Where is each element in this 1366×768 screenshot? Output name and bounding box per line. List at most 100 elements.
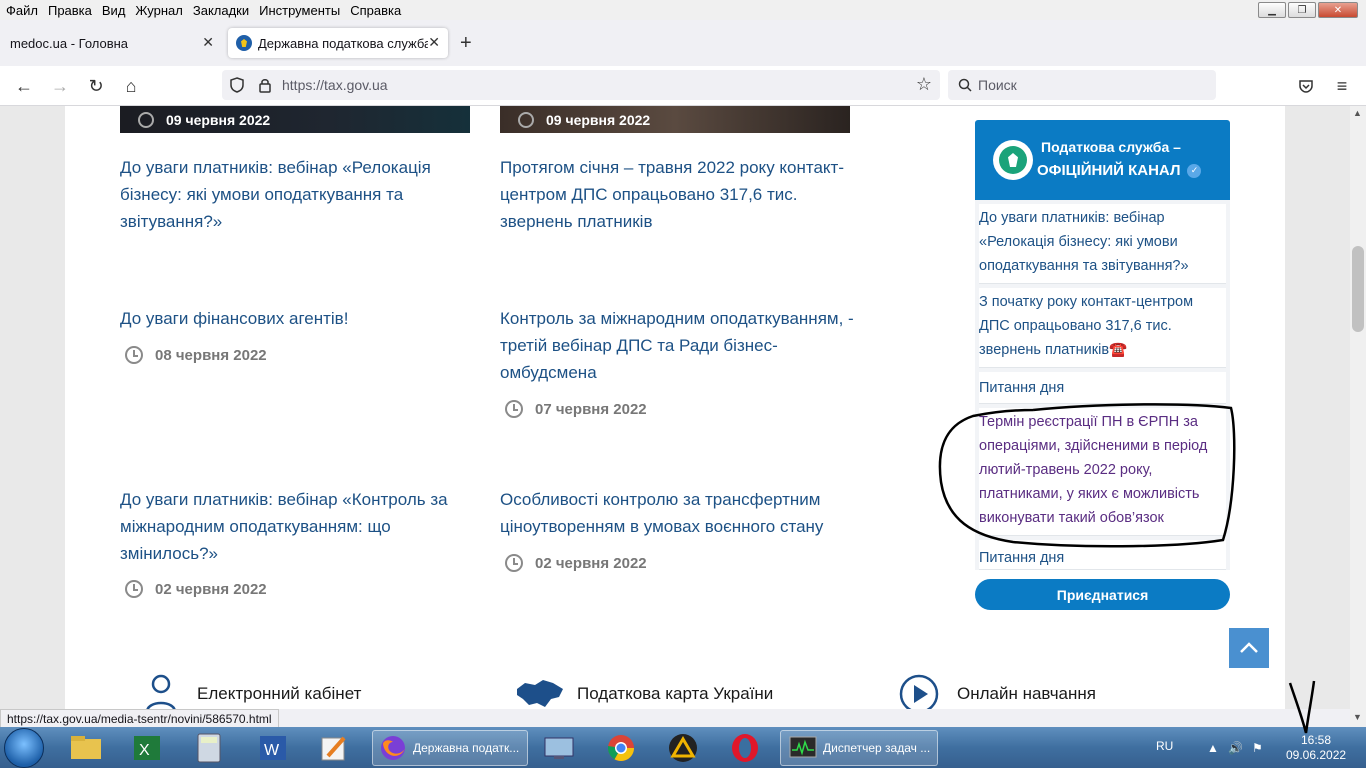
firefox-taskbar-button[interactable]: Державна податк... [372,730,528,766]
scroll-up-icon[interactable]: ▲ [1353,108,1362,118]
title-line: змінилось?» [120,544,218,563]
svg-text:W: W [264,742,280,759]
task-manager-icon [789,736,817,758]
lock-icon[interactable] [258,77,272,93]
news-title-link[interactable]: До уваги фінансових агентів! [120,305,348,332]
explorer-taskbar-icon[interactable] [70,730,110,766]
excel-taskbar-icon[interactable]: X [132,730,172,766]
telegram-post[interactable]: Питання дня [979,372,1226,404]
date-text: 08 червня 2022 [155,346,267,364]
news-date: 09 червня 2022 [166,111,271,128]
chrome-taskbar-icon[interactable] [606,730,642,766]
post-line: ДПС опрацьовано 317,6 тис. [979,318,1172,334]
network-warning-icon[interactable]: ⚑ [1252,741,1263,755]
tab-tax-service[interactable]: Державна податкова служба У ✕ [228,28,448,58]
clock-icon [138,111,154,128]
opera-taskbar-icon[interactable] [730,730,766,766]
status-link-preview: https://tax.gov.ua/media-tsentr/novini/5… [0,709,279,728]
telegram-widget-header[interactable]: Податкова служба – ОФІЦІЙНИЙ КАНАЛ ✓ [975,120,1230,200]
search-box[interactable]: Поиск [948,70,1216,100]
tab-medoc[interactable]: medoc.ua - Головна ✕ [0,28,222,58]
online-training-link[interactable]: Онлайн навчання [899,674,1096,709]
calculator-taskbar-icon[interactable] [196,730,232,766]
title-line: До уваги фінансових агентів! [120,309,349,328]
menu-view[interactable]: Вид [97,3,131,18]
firefox-icon [381,736,405,760]
menu-edit[interactable]: Правка [43,3,97,18]
telegram-post[interactable]: До уваги платників: вебінар «Релокація б… [979,204,1226,284]
news-title-link[interactable]: До уваги платників: вебінар «Контроль за… [120,486,448,567]
clock-icon [505,554,523,572]
menu-help[interactable]: Справка [345,3,406,18]
svg-text:X: X [139,742,150,759]
menu-file[interactable]: Файл [0,3,43,18]
post-line: «Релокація бізнесу: які умови [979,234,1178,250]
address-bar[interactable]: https://tax.gov.ua ☆ [222,70,940,100]
taskbar-label: Державна податк... [413,741,520,755]
title-line: До уваги платників: вебінар «Контроль за [120,490,448,509]
show-hidden-icons-icon[interactable]: ▲ [1207,741,1219,755]
close-tab-icon[interactable]: ✕ [428,34,440,51]
news-image[interactable]: 09 червня 2022 [120,106,470,133]
bookmark-star-icon[interactable]: ☆ [916,74,932,95]
channel-subtitle-text: ОФІЦІЙНИЙ КАНАЛ [1037,162,1181,179]
close-tab-icon[interactable]: ✕ [202,34,214,51]
menu-history[interactable]: Журнал [130,3,187,18]
news-date: 09 червня 2022 [546,111,651,128]
news-title-link[interactable]: До уваги платників: вебінар «Релокація б… [120,154,431,235]
task-manager-taskbar-button[interactable]: Диспетчер задач ... [780,730,938,766]
word-taskbar-icon[interactable]: W [258,730,294,766]
join-channel-button[interactable]: Приєднатися [975,579,1230,610]
start-button[interactable] [4,728,44,768]
minimize-button[interactable]: ▁ [1258,2,1286,18]
forward-arrow-icon[interactable]: → [50,76,70,96]
trident-favicon-icon [236,35,252,51]
scroll-down-icon[interactable]: ▼ [1353,712,1362,722]
telegram-post[interactable]: З початку року контакт-центром ДПС опрац… [979,288,1226,368]
user-icon [146,674,176,709]
scroll-to-top-button[interactable] [1229,628,1269,668]
tax-map-link[interactable]: Податкова карта України [515,674,773,709]
page-viewport: 09 червня 2022 09 червня 2022 До уваги п… [0,106,1350,709]
hamburger-menu-icon[interactable]: ≡ [1332,76,1352,96]
verified-check-icon: ✓ [1187,163,1202,178]
menu-bookmarks[interactable]: Закладки [188,3,254,18]
channel-subtitle: ОФІЦІЙНИЙ КАНАЛ ✓ [1037,162,1202,179]
back-arrow-icon[interactable]: ← [14,76,34,96]
close-window-button[interactable]: ✕ [1318,2,1358,18]
news-title-link[interactable]: Протягом січня – травня 2022 року контак… [500,154,844,235]
app-triangle-taskbar-icon[interactable] [668,730,704,766]
news-title-link[interactable]: Контроль за міжнародним оподаткуванням, … [500,305,854,386]
news-title-link[interactable]: Особливості контролю за трансфертним цін… [500,486,823,540]
reload-icon[interactable]: ↻ [86,76,106,96]
link-label: Податкова карта України [577,684,774,703]
tab-label: Державна податкова служба У [258,35,428,51]
menu-bar: Файл Правка Вид Журнал Закладки Инструме… [0,0,1366,20]
title-line: звітування?» [120,212,223,231]
news-date: 02 червня 2022 [505,554,647,572]
pocket-icon[interactable] [1298,78,1314,94]
volume-icon[interactable]: 🔊 [1228,741,1243,755]
news-image[interactable]: 09 червня 2022 [500,106,850,133]
electronic-cabinet-link[interactable]: Електронний кабінет [145,674,361,709]
taskbar: X W Державна податк... Диспетчер задач .… [0,680,1366,768]
vertical-scrollbar[interactable]: ▲ ▼ [1350,106,1366,727]
system-clock[interactable]: 16:58 09.06.2022 [1286,733,1346,763]
title-line: звернень платників [500,212,653,231]
post-line: Питання дня [979,380,1065,396]
scrollbar-thumb[interactable] [1352,246,1364,332]
language-indicator[interactable]: RU [1156,739,1173,753]
date-text: 07 червня 2022 [535,400,647,418]
url-text[interactable]: https://tax.gov.ua [282,77,388,93]
remote-desktop-taskbar-icon[interactable] [544,730,584,766]
search-icon [958,78,972,92]
restore-button[interactable]: ❐ [1288,2,1316,18]
new-tab-icon[interactable]: + [460,32,472,55]
news-date: 07 червня 2022 [505,400,647,418]
title-line: бізнесу: які умови оподаткування та [120,185,404,204]
editor-taskbar-icon[interactable] [320,730,356,766]
menu-tools[interactable]: Инструменты [254,3,345,18]
title-line: Контроль за міжнародним оподаткуванням, … [500,309,854,328]
home-icon[interactable]: ⌂ [121,76,141,96]
shield-icon[interactable] [230,77,244,93]
